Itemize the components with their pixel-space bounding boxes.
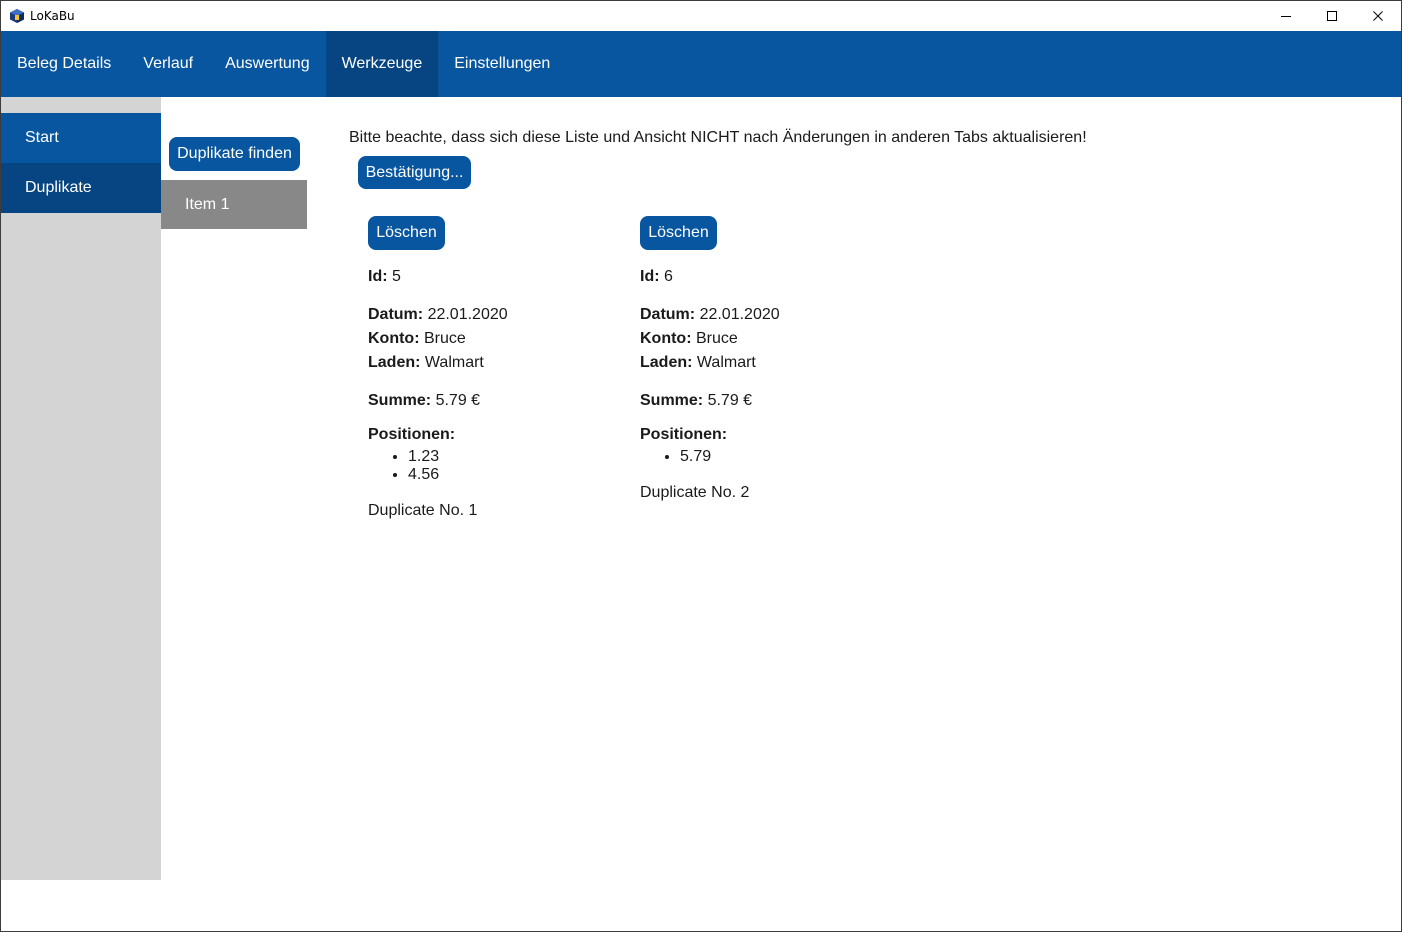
position-item: 5.79: [680, 448, 711, 466]
confirm-button[interactable]: Bestätigung...: [358, 156, 471, 189]
sum-label: Summe:: [368, 392, 432, 409]
top-navigation: Beleg Details Verlauf Auswertung Werkzeu…: [1, 31, 1401, 97]
tab-verlauf[interactable]: Verlauf: [127, 31, 209, 97]
date-row: Datum: 22.01.2020: [368, 306, 508, 324]
positions-row: Positionen:: [368, 426, 455, 444]
sum-row: Summe: 5.79 €: [368, 392, 480, 410]
sum-label: Summe:: [640, 392, 704, 409]
sum-value: 5.79 €: [435, 392, 481, 409]
date-label: Datum:: [640, 306, 696, 323]
id-value: 6: [664, 268, 673, 285]
close-button[interactable]: [1355, 1, 1401, 31]
tab-einstellungen[interactable]: Einstellungen: [438, 31, 566, 97]
close-icon: [1373, 11, 1383, 21]
sum-row: Summe: 5.79 €: [640, 392, 752, 410]
delete-button[interactable]: Löschen: [640, 216, 717, 250]
positions-label: Positionen:: [640, 426, 728, 443]
find-duplicates-button[interactable]: Duplikate finden: [169, 137, 300, 171]
sum-value: 5.79 €: [707, 392, 753, 409]
id-label: Id:: [640, 268, 660, 285]
duplicate-number: Duplicate No. 2: [640, 484, 750, 501]
minimize-button[interactable]: [1263, 1, 1309, 31]
tab-auswertung[interactable]: Auswertung: [209, 31, 326, 97]
id-row: Id: 6: [640, 268, 673, 286]
notice-text: Bitte beachte, dass sich diese Liste und…: [349, 129, 1087, 146]
account-value: Bruce: [423, 330, 466, 347]
duplicate-number: Duplicate No. 1: [368, 502, 478, 519]
id-row: Id: 5: [368, 268, 401, 286]
title-bar[interactable]: LoKaBu: [1, 1, 1401, 31]
sidebar-item-start[interactable]: Start: [1, 113, 161, 163]
store-row: Laden: Walmart: [368, 354, 484, 372]
positions-row: Positionen:: [640, 426, 727, 444]
account-label: Konto:: [368, 330, 420, 347]
app-window: LoKaBu Beleg Details Verlauf Auswertung …: [0, 0, 1402, 932]
delete-button[interactable]: Löschen: [368, 216, 445, 250]
duplicate-group-item[interactable]: Item 1: [161, 180, 307, 229]
minimize-icon: [1281, 16, 1291, 17]
account-row: Konto: Bruce: [640, 330, 738, 348]
positions-label: Positionen:: [368, 426, 456, 443]
store-value: Walmart: [424, 354, 484, 371]
store-label: Laden:: [368, 354, 421, 371]
tab-beleg-details[interactable]: Beleg Details: [1, 31, 127, 97]
date-row: Datum: 22.01.2020: [640, 306, 780, 324]
date-label: Datum:: [368, 306, 424, 323]
window-title: LoKaBu: [30, 9, 75, 23]
maximize-icon: [1327, 11, 1337, 21]
positions-list: 1.23 4.56: [368, 448, 439, 484]
sidebar: Start Duplikate: [1, 97, 161, 880]
account-value: Bruce: [695, 330, 738, 347]
date-value: 22.01.2020: [699, 306, 780, 323]
store-row: Laden: Walmart: [640, 354, 756, 372]
position-item: 1.23: [408, 448, 439, 466]
account-row: Konto: Bruce: [368, 330, 466, 348]
tab-werkzeuge[interactable]: Werkzeuge: [325, 31, 439, 97]
id-label: Id:: [368, 268, 388, 285]
sidebar-item-duplikate[interactable]: Duplikate: [1, 163, 161, 213]
account-label: Konto:: [640, 330, 692, 347]
app-logo-icon: [10, 9, 24, 23]
store-value: Walmart: [696, 354, 756, 371]
maximize-button[interactable]: [1309, 1, 1355, 31]
store-label: Laden:: [640, 354, 693, 371]
position-item: 4.56: [408, 466, 439, 484]
date-value: 22.01.2020: [427, 306, 508, 323]
positions-list: 5.79: [640, 448, 711, 466]
id-value: 5: [392, 268, 401, 285]
